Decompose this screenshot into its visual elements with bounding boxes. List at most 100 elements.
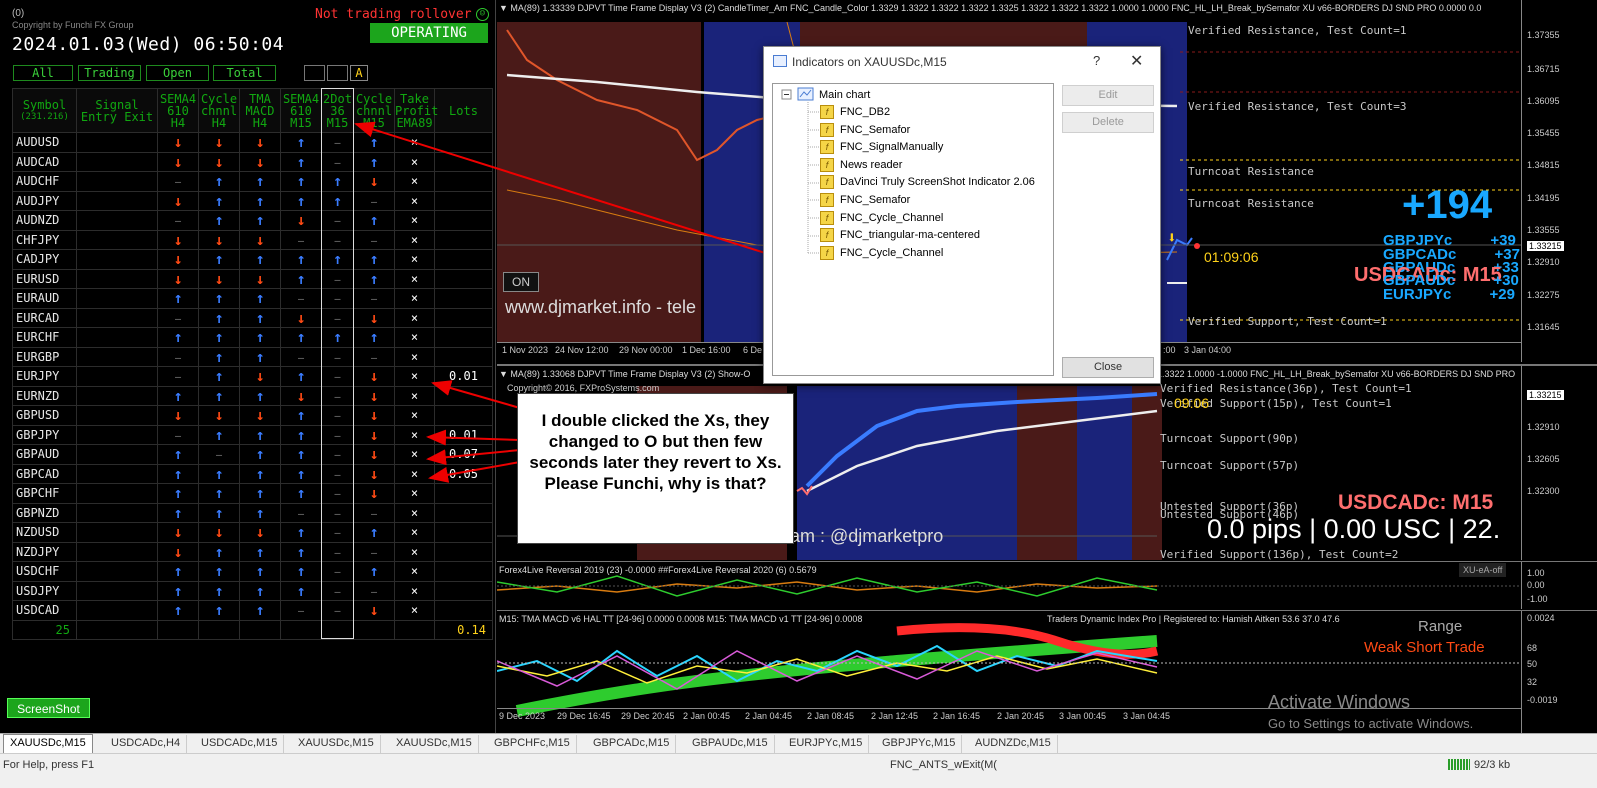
chart-tab[interactable]: XAUUSDc,M15 [390,735,479,753]
filter-trading-button[interactable]: Trading [78,65,141,81]
symbol-cell[interactable]: NZDJPY [12,541,77,562]
tree-item-indicator[interactable]: f DaVinci Truly ScreenShot Indicator 2.06 [820,174,1035,190]
filter-all-button[interactable]: All [13,65,73,81]
symbol-cell[interactable]: GBPNZD [12,502,77,523]
xu-ea-off-button[interactable]: XU-eA-off [1459,563,1507,577]
on-toggle-button[interactable]: ON [503,272,539,292]
tree-item-indicator[interactable]: f FNC_SignalManually [820,139,943,155]
tree-item-indicator[interactable]: f FNC_Cycle_Channel [820,245,943,261]
tree-item-indicator[interactable]: f FNC_DB2 [820,104,890,120]
symbol-cell[interactable]: EURJPY [12,366,77,387]
take-profit-toggle[interactable]: × [394,288,435,309]
symbol-cell[interactable]: NZDUSD [12,522,77,543]
symbol-cell[interactable]: GBPAUD [12,444,77,465]
symbol-cell[interactable]: GBPJPY [12,424,77,445]
close-button[interactable]: Close [1062,357,1154,378]
symbol-cell[interactable]: GBPUSD [12,405,77,426]
take-profit-toggle[interactable]: × [394,541,435,562]
filter-a-button[interactable]: A [350,65,368,81]
take-profit-toggle[interactable]: × [394,600,435,621]
take-profit-toggle[interactable]: × [394,580,435,601]
take-profit-toggle[interactable]: × [394,483,435,504]
filter-total-button[interactable]: Total [213,65,276,81]
take-profit-toggle[interactable]: × [394,522,435,543]
tree-item-indicator[interactable]: f News reader [820,157,902,173]
symbol-cell[interactable]: EURCAD [12,307,77,328]
take-profit-toggle[interactable]: × [394,307,435,328]
table-row: AUDUSD ↓ ↓ ↓ ↑ – ↑ × [12,132,493,153]
symbol-cell[interactable]: EURNZD [12,385,77,406]
arrow-down-icon: ↓ [198,229,240,250]
indicator-tree[interactable]: Main chart f FNC_DB2 f FNC_Semafor f FNC_Sign… [772,83,1054,376]
symbol-cell[interactable]: CADJPY [12,249,77,270]
tree-item-indicator[interactable]: f FNC_Semafor [820,122,910,138]
symbol-cell[interactable]: GBPCAD [12,463,77,484]
chart-tab[interactable]: GBPAUDc,M15 [686,735,775,753]
take-profit-toggle[interactable]: × [394,366,435,387]
take-profit-toggle[interactable]: × [394,151,435,172]
tree-item-indicator[interactable]: f FNC_Semafor [820,192,910,208]
symbol-cell[interactable]: AUDNZD [12,210,77,231]
take-profit-toggle[interactable]: × [394,502,435,523]
lots-cell [434,268,493,289]
rollover-status: Not trading rollover [315,7,472,22]
arrow-down-icon: ↓ [353,483,395,504]
tree-item-indicator[interactable]: f FNC_Cycle_Channel [820,210,943,226]
chart-tab[interactable]: GBPJPYc,M15 [876,735,963,753]
take-profit-toggle[interactable]: × [394,190,435,211]
symbol-cell[interactable]: CHFJPY [12,229,77,250]
take-profit-toggle[interactable]: × [394,327,435,348]
reversal-indicator-pane[interactable]: Forex4Live Reversal 2019 (23) -0.0000 ##… [497,561,1597,609]
take-profit-toggle[interactable]: × [394,444,435,465]
tree-root-main-chart[interactable]: Main chart [819,87,870,103]
chart-tab[interactable]: EURJPYc,M15 [783,735,870,753]
take-profit-toggle[interactable]: × [394,561,435,582]
symbol-cell[interactable]: USDCHF [12,561,77,582]
arrow-down-icon: ↓ [157,229,199,250]
take-profit-toggle[interactable]: × [394,346,435,367]
symbol-cell[interactable]: EURAUD [12,288,77,309]
close-icon[interactable]: ✕ [1130,51,1143,71]
total-row: 25 0.14 [12,619,493,640]
symbol-cell[interactable]: AUDUSD [12,132,77,153]
take-profit-toggle[interactable]: × [394,385,435,406]
symbol-cell[interactable]: USDCAD [12,600,77,621]
take-profit-toggle[interactable]: × [394,463,435,484]
chart-tab[interactable]: USDCADc,M15 [195,735,285,753]
filter-open-button[interactable]: Open [146,65,209,81]
tree-item-indicator[interactable]: f FNC_triangular-ma-centered [820,227,980,243]
chart-tab[interactable]: GBPCHFc,M15 [488,735,577,753]
dash-icon: – [353,580,395,601]
filter-box-2[interactable] [327,65,348,81]
symbol-cell[interactable]: EURUSD [12,268,77,289]
take-profit-toggle[interactable]: × [394,249,435,270]
symbol-cell[interactable]: EURGBP [12,346,77,367]
take-profit-toggle[interactable]: × [394,132,435,153]
delete-button[interactable]: Delete [1062,112,1154,133]
take-profit-toggle[interactable]: × [394,171,435,192]
take-profit-toggle[interactable]: × [394,210,435,231]
take-profit-toggle[interactable]: × [394,268,435,289]
chart-tab[interactable]: GBPCADc,M15 [587,735,677,753]
indicator-icon: f [820,157,834,172]
help-button[interactable]: ? [1093,53,1100,68]
symbol-cell[interactable]: GBPCHF [12,483,77,504]
take-profit-toggle[interactable]: × [394,424,435,445]
symbol-cell[interactable]: AUDCAD [12,151,77,172]
take-profit-toggle[interactable]: × [394,405,435,426]
chart-tab[interactable]: XAUUSDc,M15 [3,734,93,754]
symbol-cell[interactable]: USDJPY [12,580,77,601]
take-profit-toggle[interactable]: × [394,229,435,250]
chart-tab[interactable]: XAUUSDc,M15 [292,735,381,753]
arrow-up-icon: ↑ [353,561,395,582]
arrow-up-icon: ↑ [353,522,395,543]
symbol-cell[interactable]: AUDCHF [12,171,77,192]
symbol-cell[interactable]: EURCHF [12,327,77,348]
edit-button[interactable]: Edit [1062,85,1154,106]
chart-tab[interactable]: USDCADc,H4 [105,735,188,753]
chart-tab[interactable]: AUDNZDc,M15 [969,735,1058,753]
filter-box-1[interactable] [304,65,325,81]
symbol-cell[interactable]: AUDJPY [12,190,77,211]
operating-button[interactable]: OPERATING [370,23,488,43]
screenshot-button[interactable]: ScreenShot [7,698,90,718]
